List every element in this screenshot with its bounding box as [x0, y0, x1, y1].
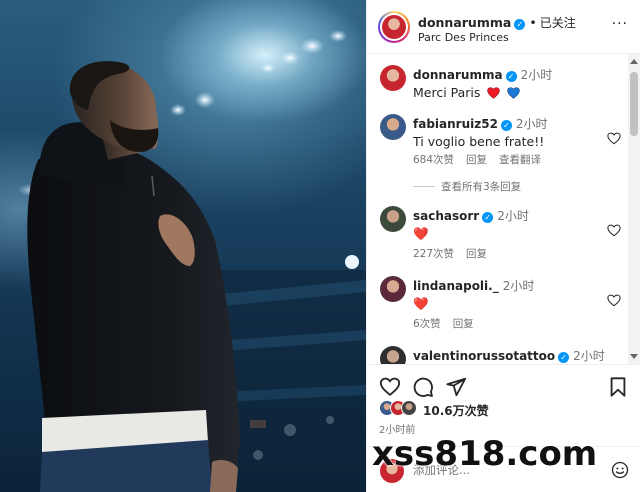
post-header: donnarumma ✓ • 已关注 Parc Des Princes ···	[367, 0, 640, 54]
comment-like-heart-icon[interactable]	[607, 224, 621, 237]
comment-text: ❤️	[413, 296, 429, 311]
save-bookmark-icon[interactable]	[607, 376, 629, 398]
view-replies-button[interactable]: 查看所有3条回复	[413, 179, 521, 194]
commenter-avatar[interactable]	[380, 206, 406, 232]
verified-badge-icon: ✓	[500, 120, 512, 131]
reply-button[interactable]: 回复	[453, 318, 474, 330]
verified-badge-icon: ✓	[505, 71, 517, 82]
comment-username[interactable]: fabianruiz52	[413, 117, 498, 131]
replies-line	[413, 186, 435, 187]
comment-likes-count[interactable]: 227次赞	[413, 248, 454, 260]
author-avatar[interactable]	[378, 11, 410, 43]
view-replies-label: 查看所有3条回复	[441, 181, 522, 193]
verified-badge-icon: ✓	[558, 352, 570, 363]
reply-button[interactable]: 回复	[466, 248, 487, 260]
post-detail-panel: donnarumma ✓ • 已关注 Parc Des Princes ··· don…	[366, 0, 640, 492]
comment-username-row: lindanapoli._ 2小时	[413, 277, 534, 294]
commenter-avatar[interactable]	[380, 346, 406, 364]
comment-time: 2小时	[502, 279, 535, 293]
comment-text: Ti voglio bene frate!!	[413, 134, 545, 149]
emoji-smiley-icon[interactable]	[611, 461, 629, 479]
stadium-photo	[18, 30, 366, 492]
comment-time: 2小时	[515, 117, 548, 131]
scroll-thumb[interactable]	[630, 72, 638, 136]
reply-button[interactable]: 回复	[466, 154, 487, 166]
author-username[interactable]: donnarumma	[418, 15, 511, 30]
separator-dot: •	[529, 15, 537, 30]
comment-username[interactable]: sachasorr	[413, 209, 479, 223]
comment-meta: 227次赞 回复	[413, 246, 499, 261]
caption-username-row: donnarumma ✓ 2小时	[413, 66, 552, 83]
more-options-icon[interactable]: ···	[612, 16, 628, 32]
post-location[interactable]: Parc Des Princes	[418, 31, 509, 44]
author-username-row: donnarumma ✓ • 已关注	[418, 14, 576, 31]
comment-bubble-icon[interactable]	[412, 376, 434, 398]
comment-meta: 6次赞 回复	[413, 316, 486, 331]
player-figure	[27, 61, 240, 492]
comment-username-row: valentinorussotattoo ✓ 2小时	[413, 347, 605, 364]
see-translation-button[interactable]: 查看翻译	[499, 154, 541, 166]
blue-heart-icon	[507, 87, 521, 99]
liker-avatar	[401, 400, 417, 416]
comments-list[interactable]: donnarumma ✓ 2小时 Merci Paris fabianruiz52 ✓…	[367, 54, 640, 364]
caption-avatar[interactable]	[380, 65, 406, 91]
comment-like-heart-icon[interactable]	[607, 294, 621, 307]
like-heart-icon[interactable]	[379, 376, 401, 398]
comment-username-row: sachasorr ✓ 2小时	[413, 207, 529, 224]
watermark-text: xss818.com	[372, 434, 598, 474]
comment-likes-count[interactable]: 6次赞	[413, 318, 441, 330]
verified-badge-icon: ✓	[514, 19, 526, 30]
comment-like-heart-icon[interactable]	[607, 132, 621, 145]
comments-scrollbar[interactable]	[628, 54, 640, 364]
caption-text-row: Merci Paris	[413, 85, 521, 100]
comment-likes-count[interactable]: 684次赞	[413, 154, 454, 166]
comment-username[interactable]: lindanapoli._	[413, 279, 499, 293]
comment-username[interactable]: valentinorussotattoo	[413, 349, 555, 363]
comment-text: ❤️	[413, 226, 429, 241]
red-heart-icon	[487, 87, 501, 99]
comment-meta: 684次赞 回复 查看翻译	[413, 152, 553, 167]
comment-time: 2小时	[573, 349, 605, 363]
caption-username[interactable]: donnarumma	[413, 68, 503, 82]
comment-username-row: fabianruiz52 ✓ 2小时	[413, 115, 548, 132]
scroll-up-arrow-icon[interactable]	[630, 59, 638, 64]
commenter-avatar[interactable]	[380, 114, 406, 140]
follow-status-button[interactable]: 已关注	[540, 16, 576, 30]
share-paper-plane-icon[interactable]	[445, 376, 467, 398]
comment-time: 2小时	[497, 209, 529, 223]
caption-text: Merci Paris	[413, 85, 481, 100]
caption-time: 2小时	[520, 68, 553, 82]
scroll-down-arrow-icon[interactable]	[630, 354, 638, 359]
verified-badge-icon: ✓	[482, 212, 494, 223]
commenter-avatar[interactable]	[380, 276, 406, 302]
post-likes-count[interactable]: 10.6万次赞	[423, 402, 489, 419]
post-photo[interactable]	[0, 0, 366, 492]
